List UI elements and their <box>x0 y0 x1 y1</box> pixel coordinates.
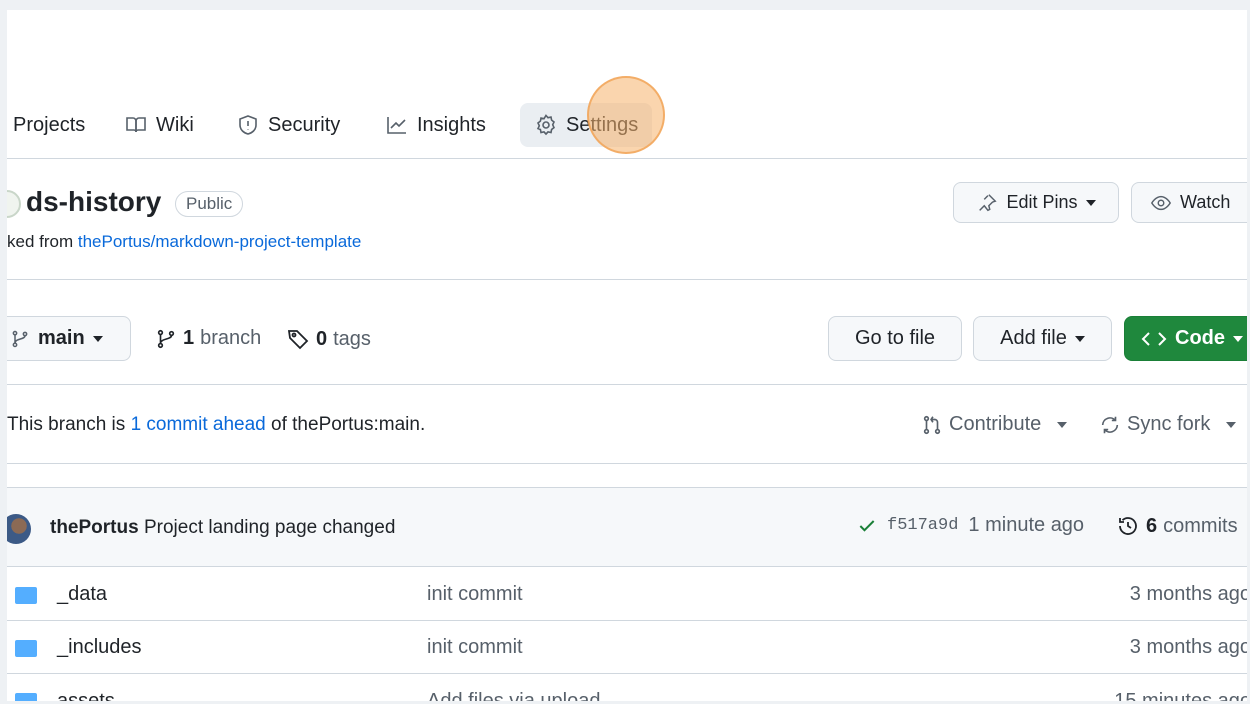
branchbar-divider <box>7 384 1247 385</box>
edit-pins-button[interactable]: Edit Pins <box>953 182 1119 223</box>
tab-security[interactable]: Security <box>228 103 348 147</box>
commit-author[interactable]: thePortus <box>50 517 139 538</box>
latest-commit-info: thePortus Project landing page changed <box>50 517 395 539</box>
tag-icon <box>287 330 309 350</box>
chevron-down-icon <box>1226 421 1237 428</box>
ahead-status: This branch is 1 commit ahead of thePort… <box>7 414 425 436</box>
branches-link[interactable]: 1 branch <box>155 327 261 350</box>
book-icon <box>126 117 146 133</box>
add-file-label: Add file <box>1000 327 1067 349</box>
eye-icon <box>1150 195 1172 210</box>
history-icon <box>1119 517 1137 535</box>
commit-count: 6 <box>1146 514 1158 537</box>
tab-insights[interactable]: Insights <box>377 103 494 147</box>
file-commit-message[interactable]: init commit <box>427 583 523 606</box>
tab-projects-label: Projects <box>13 113 86 136</box>
chevron-down-icon <box>92 335 103 342</box>
code-button[interactable]: Code <box>1124 316 1247 361</box>
branch-count: 1 <box>183 327 195 349</box>
repo-name[interactable]: ds-history <box>26 186 161 218</box>
commits-link[interactable]: 6 commits <box>1116 514 1238 538</box>
ahead-link[interactable]: 1 commit ahead <box>131 414 266 435</box>
sync-fork-label: Sync fork <box>1127 413 1211 435</box>
add-file-button[interactable]: Add file <box>973 316 1112 361</box>
commit-hash[interactable]: f517a9d <box>887 516 958 535</box>
watch-button[interactable]: Watch <box>1131 182 1247 223</box>
shield-icon <box>239 115 257 135</box>
branch-icon <box>12 330 28 347</box>
forked-from: ked from thePortus/markdown-project-temp… <box>7 232 361 252</box>
branch-label: branch <box>200 327 262 349</box>
github-repo-page: Projects Wiki Security Insights Settings… <box>7 10 1247 701</box>
forked-prefix: ked from <box>7 232 74 251</box>
gear-icon <box>536 114 555 136</box>
table-row: _data init commit 3 months ago <box>7 567 1247 621</box>
code-label: Code <box>1175 327 1225 349</box>
folder-icon <box>15 693 37 701</box>
nav-divider <box>7 158 1247 159</box>
forked-source-link[interactable]: thePortus/markdown-project-template <box>78 232 361 251</box>
watch-label: Watch <box>1180 192 1231 212</box>
contribute-button[interactable]: Contribute <box>921 413 1068 436</box>
file-date: 3 months ago <box>1129 636 1247 658</box>
sync-icon <box>1101 416 1119 433</box>
file-name[interactable]: assets <box>57 690 115 701</box>
tab-wiki[interactable]: Wiki <box>116 103 202 147</box>
pull-request-icon <box>923 415 941 434</box>
contribute-label: Contribute <box>949 413 1042 435</box>
tab-insights-label: Insights <box>417 113 486 136</box>
file-date: 3 months ago <box>1129 583 1247 605</box>
edit-pins-label: Edit Pins <box>1006 192 1078 212</box>
folder-icon <box>15 640 37 657</box>
tab-security-label: Security <box>268 113 341 136</box>
table-row: assets Add files via upload 15 minutes a… <box>7 673 1247 701</box>
chevron-down-icon <box>1085 199 1096 206</box>
click-indicator <box>587 76 665 154</box>
code-icon <box>1141 331 1167 346</box>
file-name[interactable]: _data <box>57 583 107 606</box>
tags-link[interactable]: 0 tags <box>286 327 371 351</box>
go-to-file-button[interactable]: Go to file <box>828 316 962 361</box>
commit-time: 1 minute ago <box>968 514 1085 536</box>
ahead-divider <box>7 463 1247 464</box>
chevron-down-icon <box>1233 335 1243 342</box>
table-row: _includes init commit 3 months ago <box>7 620 1247 674</box>
commit-message[interactable]: Project landing page changed <box>144 517 395 538</box>
chevron-down-icon <box>1057 421 1068 428</box>
check-icon <box>859 519 875 532</box>
tag-count: 0 <box>316 327 328 350</box>
tag-label: tags <box>333 327 371 350</box>
tab-projects[interactable]: Projects <box>7 103 93 147</box>
chevron-down-icon <box>1074 335 1085 342</box>
file-date: 15 minutes ago <box>1114 690 1247 701</box>
branch-select-button[interactable]: main <box>7 316 131 361</box>
current-branch: main <box>38 327 85 349</box>
graph-icon <box>387 117 406 134</box>
header-divider <box>7 279 1247 280</box>
go-to-file-label: Go to file <box>854 327 936 349</box>
ahead-suffix: of thePortus:main. <box>271 414 426 435</box>
commit-label: commits <box>1163 514 1238 537</box>
branch-icon <box>157 329 175 348</box>
pin-icon <box>979 193 998 211</box>
tab-wiki-label: Wiki <box>156 113 194 136</box>
file-commit-message[interactable]: init commit <box>427 636 523 659</box>
commit-meta: f517a9d 1 minute ago <box>857 514 1084 537</box>
repo-avatar <box>7 190 21 218</box>
file-table: thePortus Project landing page changed f… <box>7 487 1247 701</box>
visibility-badge: Public <box>175 191 244 217</box>
folder-icon <box>15 587 37 604</box>
file-name[interactable]: _includes <box>57 636 142 659</box>
sync-fork-button[interactable]: Sync fork <box>1099 413 1237 436</box>
ahead-prefix: This branch is <box>7 414 126 435</box>
file-commit-message[interactable]: Add files via upload <box>427 690 600 701</box>
